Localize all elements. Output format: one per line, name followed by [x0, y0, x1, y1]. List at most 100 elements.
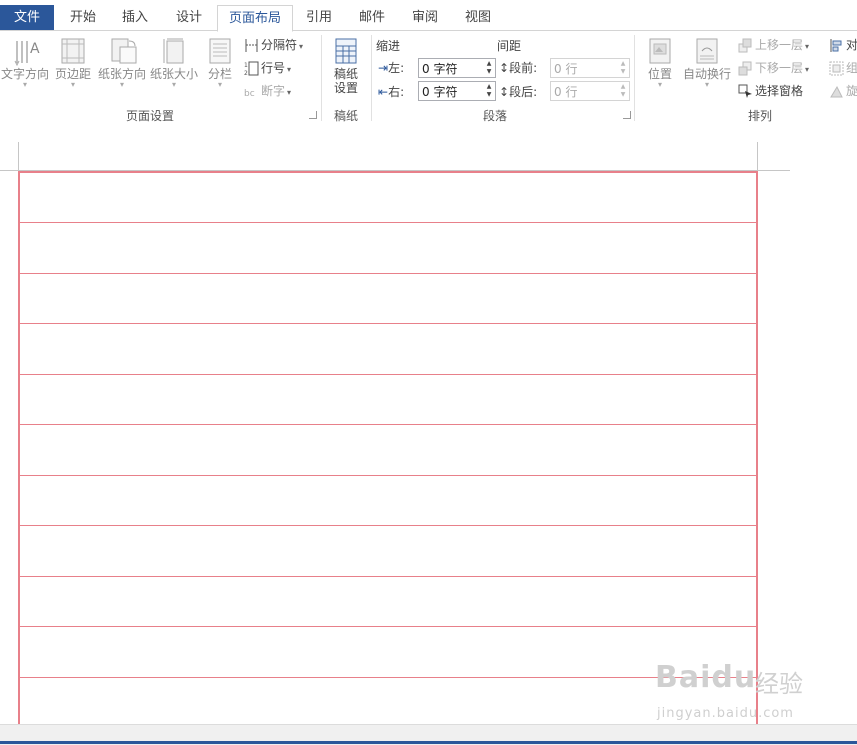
spacing-before-field[interactable]: 0 行 ▲ ▼	[550, 58, 630, 78]
wrap-text-button[interactable]: 自动换行 ▾	[680, 37, 734, 89]
tab-references[interactable]: 引用	[296, 5, 342, 30]
manuscript-paper-icon	[333, 37, 359, 65]
chevron-down-icon: ▾	[217, 80, 222, 89]
hyphenation-icon: bc	[244, 84, 259, 99]
grid-line	[20, 273, 756, 274]
columns-icon	[207, 37, 233, 65]
indent-right-value: 0 字符	[422, 85, 458, 99]
chevron-down-icon: ▾	[805, 42, 810, 51]
indent-left-label: ⇥左:	[378, 61, 405, 75]
ribbon: A 文字方向 ▾ 页边距 ▾ 纸张方向 ▾ 纸张大小 ▾ 分栏 ▾ 分隔符 ▾ 1…	[0, 30, 857, 126]
chevron-down-icon: ▾	[70, 80, 75, 89]
wrap-text-label: 自动换行	[682, 67, 731, 81]
rotate-icon	[829, 84, 844, 99]
align-label: 对	[846, 38, 857, 52]
size-button[interactable]: 纸张大小 ▾	[148, 37, 200, 89]
grid-line	[20, 626, 756, 627]
group-button[interactable]: 组	[829, 58, 857, 78]
grid-line	[20, 525, 756, 526]
send-backward-button[interactable]: 下移一层 ▾	[738, 58, 809, 78]
position-icon	[647, 37, 673, 65]
spacing-before-icon: ↕	[499, 61, 510, 75]
indent-title: 缩进	[376, 39, 401, 53]
svg-text:1: 1	[244, 62, 248, 69]
spinner-icon[interactable]: ▲ ▼	[618, 83, 628, 99]
group-icon	[829, 61, 844, 76]
spacing-before-label: ↕段前:	[499, 61, 538, 75]
spacing-after-label: ↕段后:	[499, 85, 538, 99]
margins-icon	[60, 37, 86, 65]
chevron-down-icon: ▾	[805, 65, 810, 74]
group-label: 组	[846, 61, 857, 75]
send-backward-label: 下移一层	[755, 61, 804, 75]
tab-file[interactable]: 文件	[0, 5, 54, 31]
tab-review[interactable]: 审阅	[401, 5, 449, 30]
tab-design[interactable]: 设计	[164, 5, 214, 30]
tab-view[interactable]: 视图	[454, 5, 502, 30]
breaks-button[interactable]: 分隔符 ▾	[244, 35, 303, 55]
bring-forward-label: 上移一层	[755, 38, 804, 52]
bring-forward-button[interactable]: 上移一层 ▾	[738, 35, 809, 55]
tab-home[interactable]: 开始	[58, 5, 108, 30]
selection-pane-button[interactable]: 选择窗格	[738, 81, 803, 101]
grid-line	[20, 475, 756, 476]
indent-right-label: ⇤右:	[378, 85, 405, 99]
size-label: 纸张大小	[149, 67, 198, 81]
tab-mailings[interactable]: 邮件	[348, 5, 396, 30]
hyphenation-button[interactable]: bc 断字 ▾	[244, 81, 291, 101]
wrap-text-icon	[694, 37, 720, 65]
chevron-down-icon: ▾	[657, 80, 662, 89]
page-setup-dialog-launcher-icon[interactable]	[309, 111, 317, 119]
line-numbers-label: 行号	[261, 61, 286, 75]
chevron-down-icon: ▾	[704, 80, 709, 89]
page-setup-group-label: 页面设置	[125, 109, 174, 123]
bring-forward-icon	[738, 38, 753, 53]
chevron-down-icon: ▾	[22, 80, 27, 89]
tab-insert[interactable]: 插入	[110, 5, 160, 30]
text-direction-icon: A	[12, 37, 40, 67]
chevron-down-icon: ▾	[171, 80, 176, 89]
orientation-button[interactable]: 纸张方向 ▾	[96, 37, 148, 89]
align-button[interactable]: 对	[829, 35, 857, 55]
spacing-before-value: 0 行	[554, 62, 578, 76]
grid-line	[20, 424, 756, 425]
spinner-icon[interactable]: ▲ ▼	[484, 83, 494, 99]
watermark-cn: 经验	[755, 670, 803, 698]
align-icon	[829, 38, 844, 53]
spinner-icon[interactable]: ▲ ▼	[484, 60, 494, 76]
svg-text:2: 2	[244, 70, 248, 76]
line-numbers-icon: 12	[244, 61, 259, 77]
watermark-url: jingyan.baidu.com	[657, 706, 794, 721]
spacing-after-field[interactable]: 0 行 ▲ ▼	[550, 81, 630, 101]
columns-button[interactable]: 分栏 ▾	[202, 37, 238, 89]
indent-left-field[interactable]: 0 字符 ▲ ▼	[418, 58, 496, 78]
hyphenation-label: 断字	[261, 84, 286, 98]
arrange-group-label: 排列	[747, 109, 772, 123]
indent-right-icon: ⇤	[378, 85, 389, 99]
orientation-icon	[109, 37, 137, 65]
baidu-jingyan-watermark: Baidu 经验 jingyan.baidu.com	[655, 650, 855, 730]
manuscript-line-grid[interactable]	[18, 171, 758, 731]
group-separator	[634, 35, 635, 121]
spinner-icon[interactable]: ▲ ▼	[618, 60, 628, 76]
indent-right-field[interactable]: 0 字符 ▲ ▼	[418, 81, 496, 101]
line-numbers-button[interactable]: 1 2 行号 ▾	[244, 58, 291, 78]
spacing-after-value: 0 行	[554, 85, 578, 99]
grid-line	[20, 222, 756, 223]
chevron-down-icon: ▾	[287, 65, 292, 74]
rotate-button[interactable]: 旋	[829, 81, 857, 101]
manuscript-setup-button[interactable]: 稿纸 设置	[326, 37, 366, 95]
indent-left-icon: ⇥	[378, 61, 389, 75]
paragraph-group-label: 段落	[482, 109, 507, 123]
indent-left-value: 0 字符	[422, 62, 458, 76]
paragraph-dialog-launcher-icon[interactable]	[623, 111, 631, 119]
position-button[interactable]: 位置 ▾	[642, 37, 678, 89]
tab-page-layout[interactable]: 页面布局	[217, 5, 293, 32]
manuscript-setup-label-1: 稿纸	[333, 67, 358, 81]
selection-pane-icon	[738, 84, 753, 99]
text-direction-button[interactable]: A 文字方向 ▾	[0, 37, 50, 89]
rotate-label: 旋	[846, 84, 857, 98]
columns-label: 分栏	[207, 67, 232, 81]
margins-button[interactable]: 页边距 ▾	[52, 37, 94, 89]
text-direction-label: 文字方向	[0, 67, 49, 81]
